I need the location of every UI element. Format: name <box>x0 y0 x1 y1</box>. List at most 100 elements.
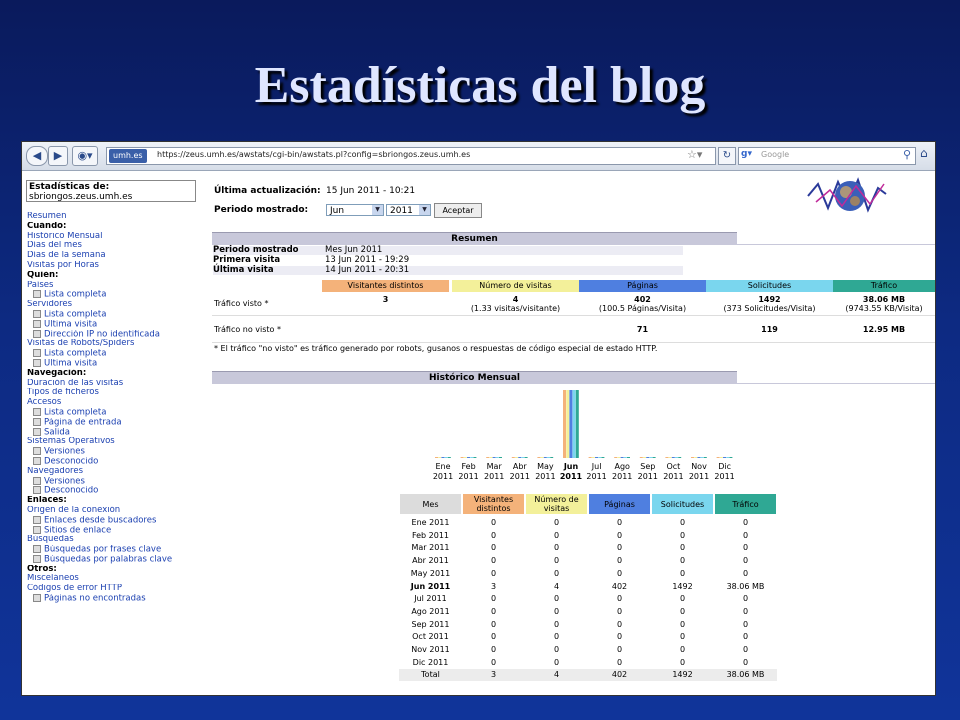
sidebar-item-8[interactable]: Lista completa <box>27 290 205 300</box>
sidebar-item-17[interactable]: Duración de las visitas <box>27 379 205 389</box>
sidebar-sublink[interactable]: Lista completa <box>44 349 106 359</box>
sidebar-item-22[interactable]: Salida <box>27 427 205 438</box>
sidebar-link[interactable]: Histórico Mensual <box>27 232 102 241</box>
sidebar-item-24[interactable]: Versiones <box>27 447 205 457</box>
sidebar-item-27[interactable]: Versiones <box>27 476 205 487</box>
url-bar[interactable]: umh.es https://zeus.umh.es/awstats/cgi-b… <box>106 147 716 165</box>
monthly-cell: 0 <box>490 619 497 629</box>
forward-button[interactable]: ▶ <box>48 146 68 166</box>
sidebar-sublink[interactable]: Sitios de enlace <box>44 526 111 536</box>
sidebar-link[interactable]: Navegadores <box>27 467 83 476</box>
home-icon[interactable]: ⌂ <box>920 146 928 160</box>
sidebar-item-9[interactable]: Servidores <box>27 300 205 310</box>
list-icon <box>33 349 41 358</box>
month-select[interactable]: Jun ▼ <box>326 204 384 216</box>
sidebar-item-19[interactable]: Accesos <box>27 398 205 408</box>
google-icon[interactable]: g▾ <box>741 149 752 159</box>
sidebar-item-31[interactable]: Enlaces desde buscadores <box>27 515 205 526</box>
sidebar-item-32[interactable]: Sitios de enlace <box>27 525 205 536</box>
sidebar-link[interactable]: Duración de las visitas <box>27 379 123 388</box>
sidebar-item-15[interactable]: Última visita <box>27 358 205 369</box>
sidebar-item-25[interactable]: Desconocido <box>27 456 205 467</box>
search-box[interactable]: g▾ Google ⚲ <box>738 147 916 165</box>
reload-button[interactable]: ↻ <box>718 147 736 165</box>
sidebar-item-35[interactable]: Búsquedas por palabras clave <box>27 554 205 565</box>
chart-bar <box>489 457 493 458</box>
sidebar-item-23[interactable]: Sistemas Operativos <box>27 437 205 447</box>
sidebar-item-5[interactable]: Visitas por Horas <box>27 261 205 271</box>
sidebar-link[interactable]: Búsquedas <box>27 535 74 544</box>
sidebar-item-38[interactable]: Códigos de error HTTP <box>27 584 205 594</box>
sidebar-link[interactable]: Visitas de Robots/Spiders <box>27 339 134 348</box>
sidebar-sublink[interactable]: Dirección IP no identificada <box>44 330 160 340</box>
sidebar-item-30[interactable]: Origen de la conexión <box>27 506 205 516</box>
sidebar-item-39[interactable]: Páginas no encontradas <box>27 594 205 604</box>
sidebar-item-20[interactable]: Lista completa <box>27 407 205 418</box>
sidebar-link[interactable]: Sistemas Operativos <box>27 437 115 446</box>
sidebar-sublink[interactable]: Enlaces desde buscadores <box>44 516 156 526</box>
slide-title: Estadísticas del blog <box>254 57 706 114</box>
monthly-cell: 0 <box>490 632 497 642</box>
monthly-cell: 0 <box>742 543 749 553</box>
sidebar-sublink[interactable]: Última visita <box>44 359 97 369</box>
sidebar-item-18[interactable]: Tipos de ficheros <box>27 388 205 398</box>
sidebar-link[interactable]: Accesos <box>27 398 61 407</box>
monthly-cell: 0 <box>553 632 560 642</box>
sidebar-sublink[interactable]: Lista completa <box>44 290 106 300</box>
search-input[interactable]: Google <box>761 150 789 159</box>
sidebar-item-10[interactable]: Lista completa <box>27 309 205 320</box>
sidebar-item-34[interactable]: Búsquedas por frases clave <box>27 545 205 555</box>
sidebar-item-4[interactable]: Días de la semana <box>27 251 205 261</box>
sidebar-link[interactable]: Tipos de ficheros <box>27 388 99 397</box>
search-icon[interactable]: ⚲ <box>903 148 911 161</box>
sidebar-sublink[interactable]: Desconocido <box>44 486 98 496</box>
sidebar-sublink[interactable]: Búsquedas por frases clave <box>44 545 161 555</box>
sidebar-sublink[interactable]: Versiones <box>44 447 85 457</box>
year-select[interactable]: 2011 ▼ <box>386 204 431 216</box>
sidebar-link[interactable]: Códigos de error HTTP <box>27 584 122 593</box>
sidebar-item-33[interactable]: Búsquedas <box>27 535 205 545</box>
sidebar-sublink[interactable]: Salida <box>44 428 70 438</box>
sidebar-link[interactable]: Origen de la conexión <box>27 506 120 515</box>
sidebar-link[interactable]: Países <box>27 281 53 290</box>
sidebar-sublink[interactable]: Páginas no encontradas <box>44 594 146 604</box>
sidebar-link[interactable]: Resumen <box>27 212 66 221</box>
sidebar-sublink[interactable]: Última visita <box>44 320 97 330</box>
apply-button[interactable]: Aceptar <box>434 203 482 218</box>
sidebar-item-11[interactable]: Última visita <box>27 319 205 330</box>
chart-bar <box>588 457 592 458</box>
chart-bar <box>620 457 624 458</box>
sidebar-sublink[interactable]: Desconocido <box>44 457 98 467</box>
sidebar-item-13[interactable]: Visitas de Robots/Spiders <box>27 339 205 349</box>
sidebar-heading: Enlaces: <box>27 496 67 506</box>
sidebar-sublink[interactable]: Página de entrada <box>44 418 122 428</box>
browser-window: ◀ ▶ ◉▾ umh.es https://zeus.umh.es/awstat… <box>21 141 936 696</box>
sidebar-link[interactable]: Días de la semana <box>27 251 106 260</box>
sidebar-item-12[interactable]: Dirección IP no identificada <box>27 329 205 340</box>
sidebar-item-0[interactable]: Resumen <box>27 212 205 222</box>
sidebar-link[interactable]: Servidores <box>27 300 72 309</box>
sidebar-sublink[interactable]: Versiones <box>44 477 85 487</box>
sidebar-item-14[interactable]: Lista completa <box>27 349 205 359</box>
monthly-cell: 0 <box>490 530 497 540</box>
chart-bar <box>575 390 579 458</box>
site-identity-badge[interactable]: umh.es <box>109 149 147 163</box>
chart-bar <box>547 457 550 458</box>
sidebar-link[interactable]: Visitas por Horas <box>27 261 99 270</box>
sidebar-item-28[interactable]: Desconocido <box>27 486 205 496</box>
page-menu-button[interactable]: ◉▾ <box>72 146 98 166</box>
sidebar-sublink[interactable]: Búsquedas por palabras clave <box>44 555 172 565</box>
sidebar-sublink[interactable]: Lista completa <box>44 310 106 320</box>
monthly-cell: 0 <box>616 556 623 566</box>
sidebar-item-3[interactable]: Días del mes <box>27 241 205 251</box>
bookmark-star-icon[interactable]: ☆▾ <box>687 148 702 161</box>
sidebar-item-7[interactable]: Países <box>27 281 205 291</box>
sidebar-item-37[interactable]: Misceláneos <box>27 574 205 584</box>
sidebar-link[interactable]: Días del mes <box>27 241 82 250</box>
sidebar-link[interactable]: Misceláneos <box>27 574 79 583</box>
sidebar-item-2[interactable]: Histórico Mensual <box>27 232 205 242</box>
sidebar-sublink[interactable]: Lista completa <box>44 408 106 418</box>
sidebar-item-26[interactable]: Navegadores <box>27 467 205 477</box>
sidebar-item-21[interactable]: Página de entrada <box>27 417 205 428</box>
back-button[interactable]: ◀ <box>26 146 48 166</box>
